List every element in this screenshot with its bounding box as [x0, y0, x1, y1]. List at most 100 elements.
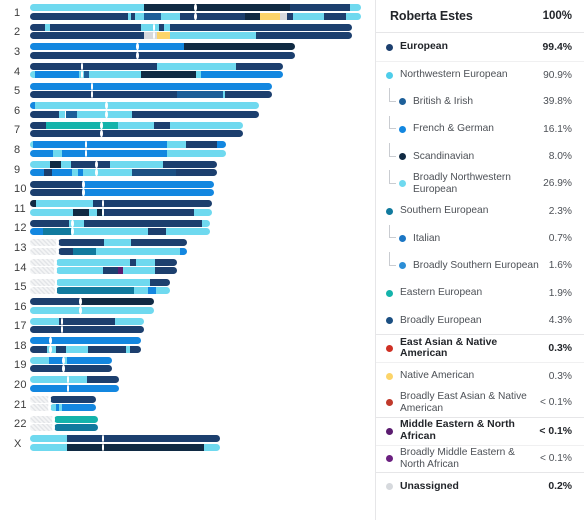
- ancestry-segment[interactable]: [202, 219, 211, 227]
- ancestry-segment[interactable]: [30, 149, 53, 157]
- ancestry-segment[interactable]: [65, 110, 77, 118]
- chromosome-strand[interactable]: [30, 384, 120, 392]
- chromosome-strand[interactable]: [30, 365, 112, 373]
- ancestry-segment[interactable]: [176, 90, 223, 98]
- ancestry-segment[interactable]: [349, 4, 362, 12]
- ancestry-segment[interactable]: [153, 121, 170, 129]
- ancestry-legend-row[interactable]: Broadly Middle Eastern & North African < …: [376, 444, 584, 472]
- chromosome-strand[interactable]: [57, 239, 188, 247]
- ancestry-segment[interactable]: [194, 208, 213, 216]
- ancestry-segment[interactable]: [30, 4, 145, 12]
- ancestry-segment[interactable]: [173, 121, 244, 129]
- ancestry-segment[interactable]: [51, 169, 73, 177]
- chromosome-strand[interactable]: [30, 141, 226, 149]
- ancestry-segment[interactable]: [175, 169, 218, 177]
- ancestry-segment[interactable]: [260, 12, 281, 20]
- chromosome-strand[interactable]: [30, 62, 284, 70]
- chromosome-strand[interactable]: [30, 130, 244, 138]
- chromosome-strand[interactable]: [53, 424, 99, 432]
- ancestry-segment[interactable]: [42, 228, 71, 236]
- ancestry-segment[interactable]: [55, 286, 135, 294]
- chromosome-strand[interactable]: [30, 121, 244, 129]
- chromosome-strands[interactable]: [30, 317, 375, 337]
- ancestry-segment[interactable]: [103, 208, 195, 216]
- ancestry-legend-row[interactable]: Broadly Southern European 1.6%: [376, 252, 584, 279]
- ancestry-segment[interactable]: [280, 12, 287, 20]
- chromosome-strands[interactable]: [30, 277, 375, 297]
- chromosome-strand[interactable]: [57, 247, 188, 255]
- ancestry-segment[interactable]: [67, 443, 204, 451]
- ancestry-segment[interactable]: [144, 32, 158, 40]
- ancestry-segment[interactable]: [148, 286, 156, 294]
- chromosome-strand[interactable]: [30, 326, 144, 334]
- ancestry-segment[interactable]: [67, 356, 112, 364]
- ancestry-segment[interactable]: [67, 376, 88, 384]
- ancestry-segment[interactable]: [52, 149, 63, 157]
- chromosome-strands[interactable]: [30, 219, 375, 239]
- ancestry-segment[interactable]: [131, 239, 188, 247]
- ancestry-segment[interactable]: [170, 23, 353, 31]
- ancestry-segment[interactable]: [88, 345, 126, 353]
- ancestry-segment[interactable]: [30, 121, 46, 129]
- chromosome-strand[interactable]: [30, 102, 260, 110]
- ancestry-segment[interactable]: [141, 71, 196, 79]
- ancestry-segment[interactable]: [30, 228, 43, 236]
- ancestry-segment[interactable]: [30, 180, 83, 188]
- ancestry-segment[interactable]: [290, 4, 350, 12]
- ancestry-segment[interactable]: [180, 247, 188, 255]
- ancestry-segment[interactable]: [30, 317, 60, 325]
- chromosome-strands[interactable]: [30, 179, 375, 199]
- chromosome-strands[interactable]: [30, 121, 375, 141]
- chromosome-strand[interactable]: [55, 278, 170, 286]
- ancestry-segment[interactable]: [200, 71, 284, 79]
- ancestry-segment[interactable]: [58, 258, 131, 266]
- chromosome-strand[interactable]: [55, 258, 177, 266]
- ancestry-legend-row[interactable]: Italian 0.7%: [376, 224, 584, 252]
- ancestry-segment[interactable]: [73, 247, 96, 255]
- chromosome-strand[interactable]: [30, 356, 112, 364]
- ancestry-segment[interactable]: [148, 228, 167, 236]
- ancestry-segment[interactable]: [155, 286, 170, 294]
- ancestry-segment[interactable]: [131, 169, 176, 177]
- ancestry-segment[interactable]: [49, 396, 96, 404]
- ancestry-segment[interactable]: [84, 219, 203, 227]
- ancestry-legend-row[interactable]: Eastern European 1.9%: [376, 279, 584, 306]
- ancestry-segment[interactable]: [32, 141, 45, 149]
- ancestry-segment[interactable]: [89, 208, 97, 216]
- ancestry-segment[interactable]: [30, 110, 59, 118]
- ancestry-legend-row[interactable]: Northwestern European 90.9%: [376, 61, 584, 88]
- ancestry-segment[interactable]: [80, 298, 154, 306]
- ancestry-segment[interactable]: [53, 415, 99, 423]
- ancestry-segment[interactable]: [82, 180, 214, 188]
- ancestry-segment[interactable]: [114, 317, 144, 325]
- ancestry-segment[interactable]: [166, 228, 211, 236]
- ancestry-segment[interactable]: [30, 12, 128, 20]
- chromosome-strand[interactable]: [30, 228, 211, 236]
- ancestry-segment[interactable]: [58, 110, 66, 118]
- ancestry-segment[interactable]: [118, 121, 154, 129]
- ancestry-legend-row[interactable]: Southern European 2.3%: [376, 197, 584, 224]
- ancestry-segment[interactable]: [255, 32, 353, 40]
- chromosome-strand[interactable]: [30, 23, 353, 31]
- ancestry-segment[interactable]: [136, 258, 156, 266]
- ancestry-segment[interactable]: [30, 51, 295, 59]
- chromosome-strand[interactable]: [30, 317, 144, 325]
- ancestry-segment[interactable]: [87, 376, 120, 384]
- chromosome-strand[interactable]: [30, 82, 273, 90]
- ancestry-segment[interactable]: [70, 228, 149, 236]
- chromosome-strands[interactable]: [30, 297, 375, 317]
- ancestry-segment[interactable]: [30, 356, 50, 364]
- ancestry-segment[interactable]: [131, 110, 260, 118]
- chromosome-strands[interactable]: [30, 3, 375, 23]
- chromosome-strands[interactable]: [30, 356, 375, 376]
- ancestry-segment[interactable]: [64, 317, 115, 325]
- ancestry-segment[interactable]: [109, 160, 163, 168]
- ancestry-segment[interactable]: [30, 306, 154, 314]
- chromosome-strand[interactable]: [30, 180, 214, 188]
- ancestry-legend-row[interactable]: French & German 16.1%: [376, 115, 584, 143]
- ancestry-segment[interactable]: [30, 443, 67, 451]
- ancestry-segment[interactable]: [71, 160, 110, 168]
- ancestry-segment[interactable]: [30, 32, 145, 40]
- ancestry-segment[interactable]: [203, 443, 220, 451]
- ancestry-legend-row[interactable]: Broadly East Asian & Native American < 0.…: [376, 389, 584, 416]
